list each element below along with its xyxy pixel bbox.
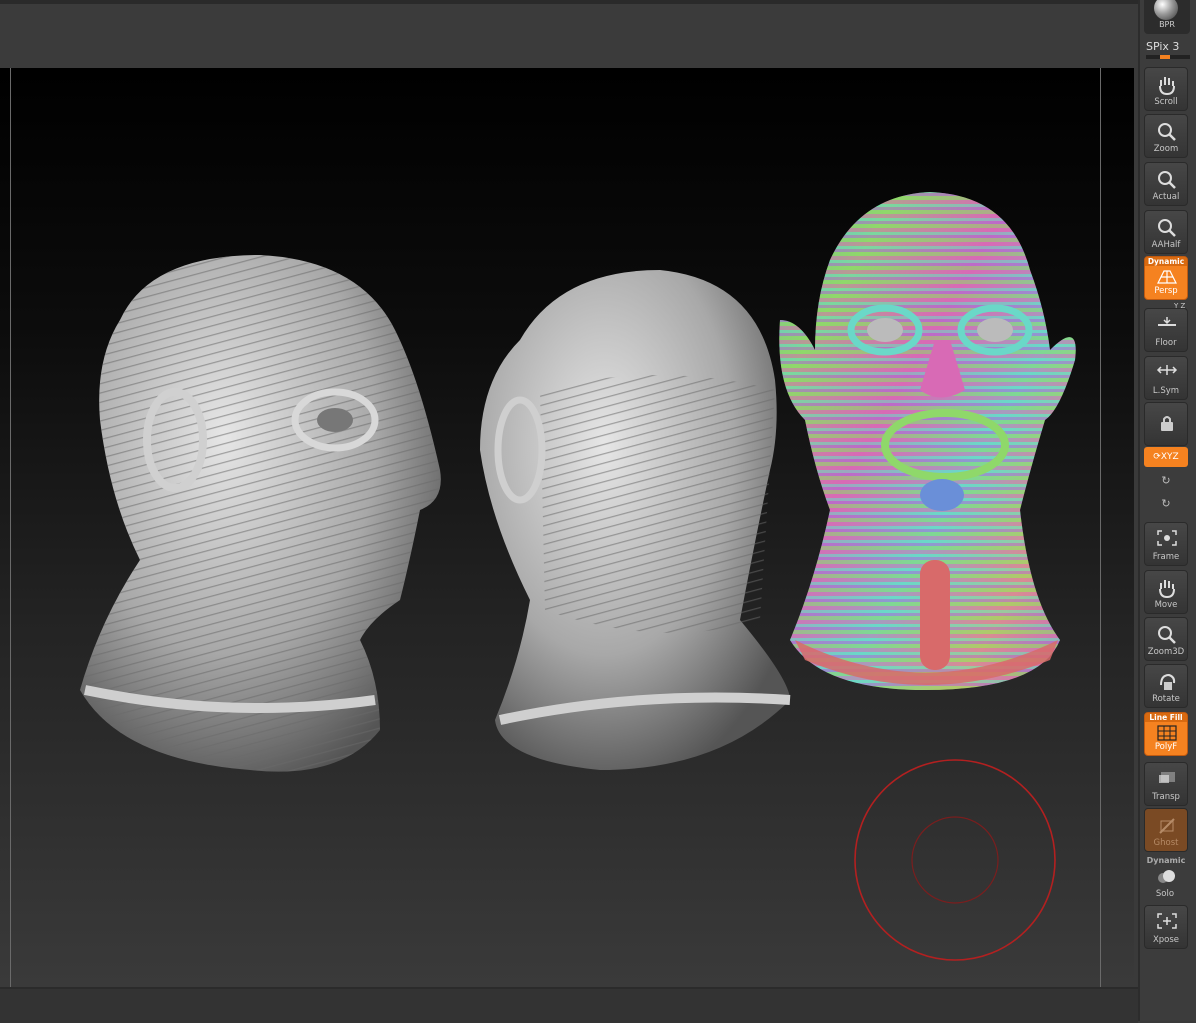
- frame-icon: [1157, 530, 1177, 546]
- spix-slider-handle[interactable]: [1160, 55, 1170, 59]
- transparency-icon: [1159, 772, 1175, 783]
- hand-icon: [1159, 77, 1175, 96]
- transp-button[interactable]: Transp: [1144, 762, 1188, 806]
- head-model-front-polygroups[interactable]: [779, 192, 1076, 690]
- zoom3d-button[interactable]: Zoom3D: [1144, 617, 1188, 661]
- symmetry-arrows-icon: [1156, 365, 1178, 375]
- ghost-icon: [1159, 818, 1175, 834]
- bottom-toolbar-area: [0, 987, 1138, 1023]
- ghost-button[interactable]: Ghost: [1144, 808, 1188, 852]
- move-button[interactable]: Move: [1144, 570, 1188, 614]
- brush-cursor: [854, 759, 1056, 961]
- xpose-button[interactable]: Xpose: [1144, 905, 1188, 949]
- solo-icon: [1158, 870, 1175, 883]
- spix-slider[interactable]: [1146, 55, 1190, 59]
- perspective-grid-icon: [1157, 270, 1177, 284]
- rotate-button[interactable]: Rotate: [1144, 664, 1188, 708]
- xpose-icon: [1157, 913, 1177, 929]
- local-transform-lock-button[interactable]: [1144, 402, 1188, 446]
- zoom-button[interactable]: Zoom: [1144, 114, 1188, 158]
- solo-button[interactable]: Solo: [1144, 858, 1188, 902]
- spix-label: SPix 3: [1146, 40, 1180, 53]
- floor-icon: [1158, 317, 1176, 326]
- lsym-button[interactable]: L.Sym: [1144, 356, 1188, 400]
- frame-button[interactable]: Frame: [1144, 522, 1188, 566]
- bpr-label: BPR: [1159, 20, 1175, 29]
- actual-button[interactable]: Actual: [1144, 162, 1188, 206]
- bpr-render-button[interactable]: BPR: [1144, 0, 1190, 34]
- scroll-button[interactable]: Scroll: [1144, 67, 1188, 111]
- z-rotate-icon[interactable]: ↻: [1158, 497, 1174, 511]
- magnifier-icon: [1158, 171, 1176, 189]
- head-model-back-view[interactable]: [480, 270, 791, 770]
- head-model-side-view[interactable]: [80, 255, 441, 772]
- 3d-viewport-canvas[interactable]: [0, 68, 1134, 987]
- bpr-sphere-icon: [1154, 0, 1178, 20]
- lock-icon: [1161, 416, 1173, 431]
- top-toolbar-area: [0, 0, 1138, 68]
- right-shelf: BPR SPix 3 Scroll Zoom Actual AAHalf Dyn…: [1138, 0, 1196, 1021]
- hand-icon: [1159, 580, 1175, 599]
- magnifier-icon: [1158, 626, 1176, 644]
- magnifier-icon: [1158, 219, 1176, 237]
- scene-svg: [80, 192, 1076, 961]
- y-rotate-icon[interactable]: ↻: [1158, 474, 1174, 488]
- xyz-rotate-button[interactable]: ⟳XYZ: [1144, 447, 1188, 467]
- floor-button[interactable]: Floor: [1144, 308, 1188, 352]
- persp-button[interactable]: Dynamic Persp: [1144, 256, 1188, 300]
- polyframe-icon: [1157, 725, 1177, 741]
- rotate-icon: [1160, 673, 1176, 690]
- polyf-button[interactable]: Line Fill PolyF: [1144, 712, 1188, 756]
- aahalf-button[interactable]: AAHalf: [1144, 210, 1188, 254]
- magnifier-icon: [1158, 123, 1176, 141]
